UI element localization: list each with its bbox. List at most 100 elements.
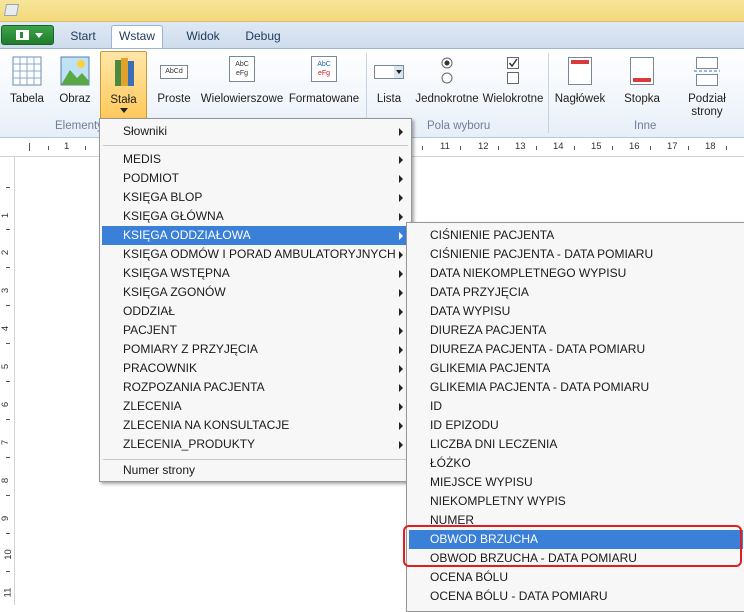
menu-item-field[interactable]: DATA PRZYJĘCIA [409,283,743,302]
stopka-button[interactable]: Stopka [616,51,668,125]
naglowek-button[interactable]: Nagłówek [552,51,608,125]
table-icon [12,56,42,86]
menu-item-source[interactable]: KSIĘGA GŁÓWNA [102,207,409,226]
menu-item-field[interactable]: OCENA BÓLU [409,568,743,587]
menu-item-field[interactable]: ID [409,397,743,416]
stala-button[interactable]: Stała [100,51,147,119]
menu-item-source[interactable]: KSIĘGA WSTĘPNA [102,264,409,283]
menu-item-field[interactable]: NIEKOMPLETNY WYPIS [409,492,743,511]
ruler-tick [6,419,10,420]
obraz-button[interactable]: Obraz [54,51,96,125]
wielowierszowe-label: Wielowierszowe [200,93,284,105]
ruler-tick [612,146,613,150]
formatowane-button[interactable]: AbC eFg Formatowane [288,51,360,125]
ruler-number: 12 [478,141,489,152]
tab-widok[interactable]: Widok [180,26,226,48]
icon-text: eFg [317,70,331,77]
footer-page-icon [630,57,654,85]
page-break-icon [694,57,720,86]
menu-item-field[interactable]: GLIKEMIA PACJENTA [409,359,743,378]
menu-item-label: MIEJSCE WYPISU [430,475,533,489]
menu-item-slowniki[interactable]: Słowniki [102,122,409,141]
menu-item-source[interactable]: PRACOWNIK [102,359,409,378]
menu-item-field[interactable]: CIŚNIENIE PACJENTA [409,226,743,245]
tabela-label: Tabela [10,93,44,105]
tab-debug[interactable]: Debug [240,26,286,48]
menu-item-field[interactable]: LICZBA DNI LECZENIA [409,435,743,454]
ruler-tick [6,343,10,344]
menu-item-source[interactable]: PODMIOT [102,169,409,188]
multiline-text-icon: AbC eFg [229,56,255,82]
ruler-number: 7 [0,439,12,446]
ruler-tick [6,305,10,306]
obraz-label: Obraz [59,93,91,105]
menu-item-field[interactable]: ŁÓŻKO [409,454,743,473]
submenu-arrow-icon [399,441,403,449]
tab-wstaw[interactable]: Wstaw [111,25,163,49]
menu-item-field[interactable]: OCENA BÓLU - DATA POMIARU [409,587,743,606]
file-menu-icon [16,30,29,40]
wielokrotne-label: Wielokrotne [482,93,544,105]
proste-button[interactable]: AbCd Proste [152,51,196,125]
icon-text: AbC [235,61,249,68]
wielowierszowe-button[interactable]: AbC eFg Wielowierszowe [200,51,284,125]
wielokrotne-button[interactable]: Wielokrotne [482,51,544,125]
menu-item-source[interactable]: KSIĘGA ODDZIAŁOWA [102,226,409,245]
menu-item-field[interactable]: ID EPIZODU [409,416,743,435]
ruler-tick [29,143,30,151]
file-menu-button[interactable] [1,25,54,45]
menu-item-source[interactable]: MEDIS [102,150,409,169]
ruler-number: 6 [0,401,12,408]
ruler-tick [536,146,537,150]
menu-item-source[interactable]: PACJENT [102,321,409,340]
menu-item-source[interactable]: KSIĘGA BLOP [102,188,409,207]
menu-item-source[interactable]: ZLECENIA_PRODUKTY [102,435,409,454]
tab-start[interactable]: Start [64,26,102,48]
menu-item-source[interactable]: KSIĘGA ZGONÓW [102,283,409,302]
ruler-number: 3 [0,287,12,294]
jednokrotne-button[interactable]: Jednokrotne [414,51,480,125]
group-label-elementy: Elementy [55,120,103,132]
menu-item-field[interactable]: DATA NIEKOMPLETNEGO WYPISU [409,264,743,283]
menu-item-source[interactable]: KSIĘGA ODMÓW I PORAD AMBULATORYJNYCH [102,245,409,264]
formatowane-label: Formatowane [288,93,360,105]
menu-item-label: KSIĘGA WSTĘPNA [123,266,230,280]
chevron-down-icon [35,33,43,38]
menu-item-field[interactable]: CIŚNIENIE PACJENTA - DATA POMIARU [409,245,743,264]
ruler-tick [688,146,689,150]
menu-item-field[interactable]: DATA WYPISU [409,302,743,321]
ruler-tick [498,146,499,150]
naglowek-label: Nagłówek [554,93,606,105]
menu-item-source[interactable]: ZLECENIA NA KONSULTACJE [102,416,409,435]
menu-item-label: PODMIOT [123,171,179,185]
submenu-arrow-icon [399,213,403,221]
menu-item-field[interactable]: DIUREZA PACJENTA [409,321,743,340]
menu-item-label: OCENA BÓLU [430,570,509,584]
books-icon [114,58,134,86]
ruler-tick [650,146,651,150]
menu-item-label: MEDIS [123,152,162,166]
proste-label: Proste [157,93,191,105]
menu-item-source[interactable]: ROZPOZANIA PACJENTA [102,378,409,397]
menu-item-source[interactable]: ZLECENIA [102,397,409,416]
lista-button[interactable]: Lista [370,51,408,125]
podzial-label: Podział [688,93,726,105]
ruler-number: 11 [2,587,14,598]
menu-item-source[interactable]: ODDZIAŁ [102,302,409,321]
menu-item-label: DIUREZA PACJENTA - DATA POMIARU [430,342,646,356]
formatted-text-icon: AbC eFg [311,56,337,82]
menu-item-label: CIŚNIENIE PACJENTA [430,228,555,242]
tabela-button[interactable]: Tabela [4,51,50,125]
ruler-tick [6,571,10,572]
menu-item-field[interactable]: DIUREZA PACJENTA - DATA POMIARU [409,340,743,359]
menu-item-field[interactable]: GLIKEMIA PACJENTA - DATA POMIARU [409,378,743,397]
ruler-tick [422,146,423,150]
submenu-arrow-icon [399,422,403,430]
menu-item-numer-strony[interactable]: Numer strony [102,461,409,480]
menu-item-label: Numer strony [123,463,196,477]
menu-item-source[interactable]: POMIARY Z PRZYJĘCIA [102,340,409,359]
menu-item-field[interactable]: MIEJSCE WYPISU [409,473,743,492]
podzial-strony-button[interactable]: Podział strony [680,51,734,131]
menu-item-label: ID [430,399,442,413]
menu-item-label: ZLECENIA NA KONSULTACJE [123,418,290,432]
